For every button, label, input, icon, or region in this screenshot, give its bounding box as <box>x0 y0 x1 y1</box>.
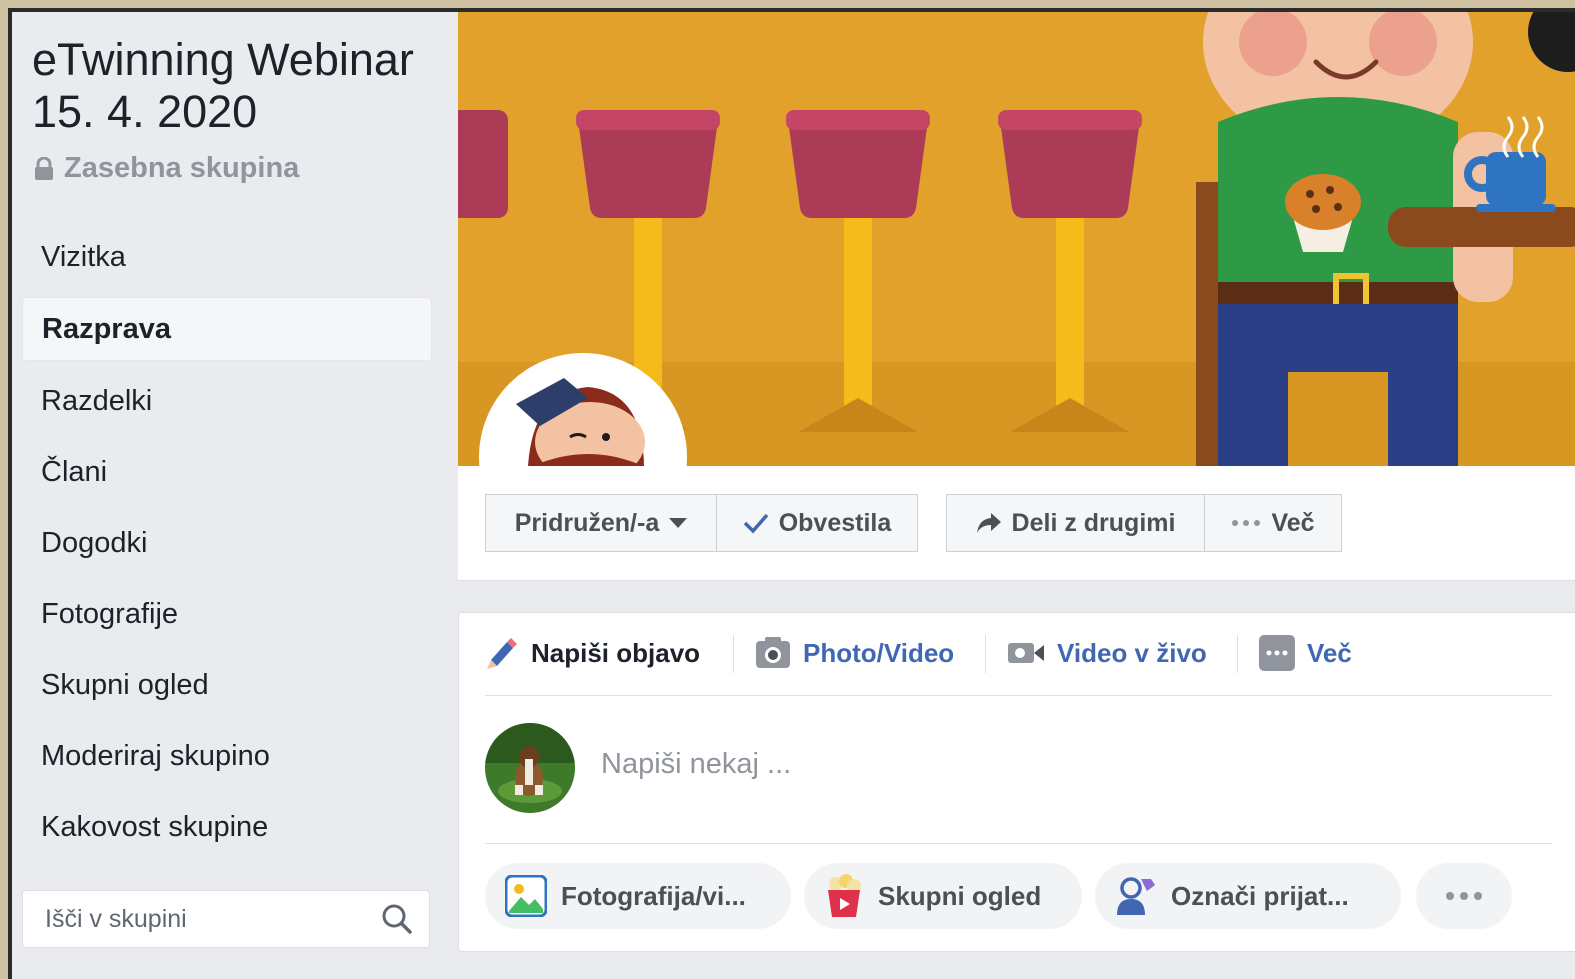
post-composer: Napiši objavo Photo/Video Video v živo V… <box>458 612 1575 952</box>
checkmark-icon <box>743 513 769 534</box>
sidebar-nav: Vizitka Razprava Razdelki Člani Dogodki … <box>22 226 432 867</box>
sidebar-item-skupni-ogled[interactable]: Skupni ogled <box>22 654 432 716</box>
tab-write-post-label: Napiši objavo <box>531 637 701 668</box>
watch-party-label: Skupni ogled <box>878 880 1042 911</box>
tab-more-label: Več <box>1307 637 1352 668</box>
pencil-icon <box>487 638 517 669</box>
tab-live-video-label: Video v živo <box>1057 637 1207 668</box>
post-text-input[interactable] <box>599 747 1303 782</box>
tab-divider <box>1237 635 1238 673</box>
group-search-input[interactable] <box>43 903 381 935</box>
sidebar-item-razprava[interactable]: Razprava <box>22 297 432 361</box>
joined-button[interactable]: Pridružen/-a <box>485 494 717 552</box>
privacy-label: Zasebna skupina <box>64 152 300 184</box>
group-title-line1: eTwinning Webinar <box>32 34 414 85</box>
watch-party-button[interactable]: Skupni ogled <box>804 863 1082 929</box>
search-icon[interactable] <box>381 903 413 935</box>
sidebar-item-fotografije[interactable]: Fotografije <box>22 583 432 645</box>
popcorn-icon <box>828 874 861 917</box>
group-title[interactable]: eTwinning Webinar 15. 4. 2020 <box>32 34 414 138</box>
lock-icon <box>35 156 53 180</box>
notifications-button[interactable]: Obvestila <box>716 494 918 552</box>
ellipsis-icon <box>1446 892 1482 900</box>
group-actions-bar: Pridružen/-a Obvestila Deli z drugimi Ve… <box>458 466 1575 581</box>
camera-icon <box>756 637 790 668</box>
share-button[interactable]: Deli z drugimi <box>946 494 1205 552</box>
tab-photo-video-label: Photo/Video <box>803 637 955 668</box>
add-photo-video-button[interactable]: Fotografija/vi... <box>485 863 791 929</box>
composer-divider <box>485 843 1552 844</box>
image-icon <box>505 875 547 917</box>
sidebar-item-razdelki[interactable]: Razdelki <box>22 370 432 432</box>
add-photo-video-label: Fotografija/vi... <box>561 880 746 911</box>
tag-friends-button[interactable]: Označi prijat... <box>1095 863 1401 929</box>
dog-avatar-image <box>485 723 575 813</box>
composer-divider <box>485 695 1552 696</box>
tab-live-video[interactable]: Video v živo <box>1007 633 1207 673</box>
more-actions-button[interactable]: Več <box>1204 494 1342 552</box>
more-actions-label: Več <box>1271 508 1315 537</box>
tab-divider <box>985 635 986 673</box>
more-square-icon <box>1259 635 1295 671</box>
group-title-line2: 15. 4. 2020 <box>32 86 258 137</box>
tag-friends-label: Označi prijat... <box>1171 880 1349 911</box>
tag-friend-icon <box>1117 877 1155 915</box>
notifications-label: Obvestila <box>778 508 892 537</box>
sidebar-item-clani[interactable]: Člani <box>22 441 432 503</box>
video-camera-icon <box>1008 643 1044 663</box>
group-search-box <box>22 890 430 948</box>
sidebar-item-kakovost[interactable]: Kakovost skupine <box>22 796 432 858</box>
more-options-button[interactable] <box>1416 863 1512 929</box>
joined-label: Pridružen/-a <box>514 508 660 537</box>
ellipsis-icon <box>1232 520 1261 526</box>
share-arrow-icon <box>976 513 1001 533</box>
sidebar-item-vizitka[interactable]: Vizitka <box>22 226 432 288</box>
caret-down-icon <box>669 518 688 528</box>
sidebar-item-dogodki[interactable]: Dogodki <box>22 512 432 574</box>
tab-write-post[interactable]: Napiši objavo <box>485 633 700 673</box>
sidebar-item-moderiraj[interactable]: Moderiraj skupino <box>22 725 432 787</box>
user-avatar[interactable] <box>485 723 575 813</box>
share-label: Deli z drugimi <box>1011 508 1176 537</box>
group-sidebar: eTwinning Webinar 15. 4. 2020 Zasebna sk… <box>12 12 452 979</box>
app-window: eTwinning Webinar 15. 4. 2020 Zasebna sk… <box>8 8 1575 979</box>
tab-more[interactable]: Več <box>1259 633 1352 673</box>
group-privacy: Zasebna skupina <box>34 152 299 185</box>
cover-illustration <box>458 12 1575 466</box>
tab-photo-video[interactable]: Photo/Video <box>755 633 954 673</box>
tab-divider <box>733 635 734 673</box>
cover-photo[interactable] <box>458 12 1575 466</box>
